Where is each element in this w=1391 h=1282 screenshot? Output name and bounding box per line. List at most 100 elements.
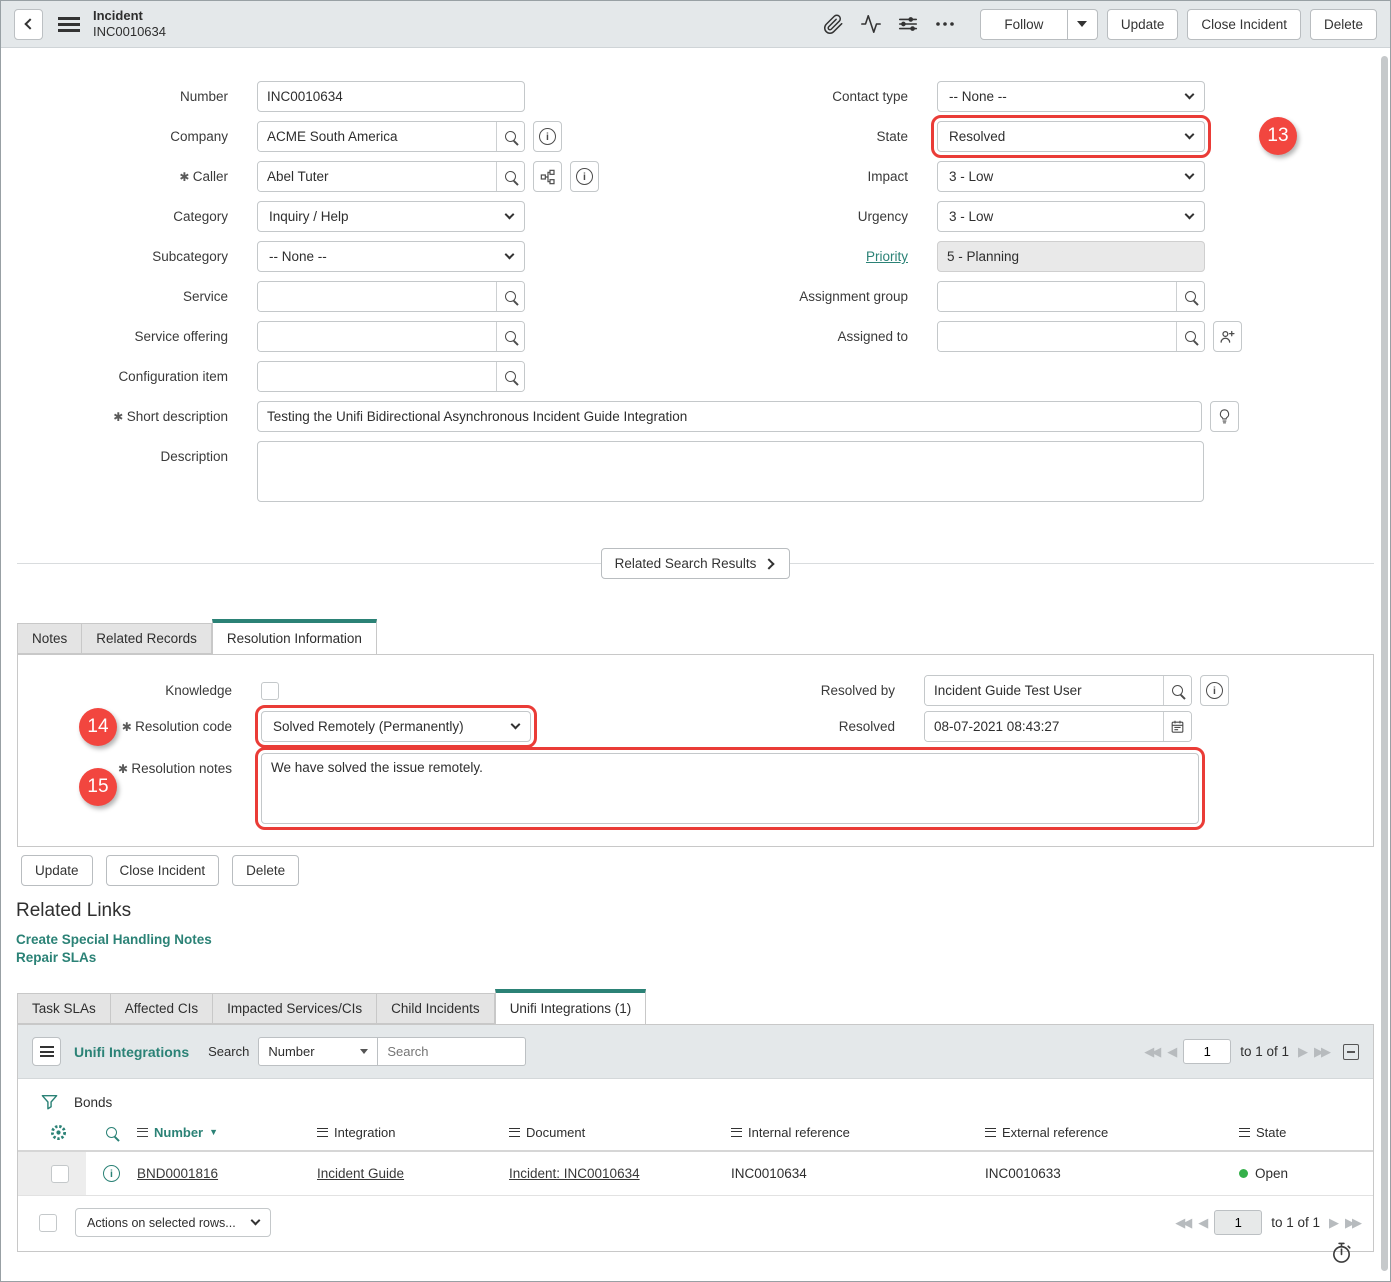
assign-to-me-user-add-icon[interactable] xyxy=(1213,321,1242,352)
configuration-item-search-icon[interactable] xyxy=(496,362,524,391)
urgency-select[interactable]: 3 - Low xyxy=(937,201,1205,232)
column-header-internal-reference[interactable]: Internal reference xyxy=(731,1125,985,1140)
service-offering-search-icon[interactable] xyxy=(496,322,524,351)
column-header-external-reference[interactable]: External reference xyxy=(985,1125,1239,1140)
row-integration-link[interactable]: Incident Guide xyxy=(317,1166,404,1181)
caller-search-icon[interactable] xyxy=(496,162,524,191)
back-button[interactable] xyxy=(14,9,43,40)
next-page-icon[interactable]: ▶ xyxy=(1329,1215,1336,1231)
column-menu-icon[interactable] xyxy=(137,1128,148,1137)
first-page-icon[interactable]: ◀◀ xyxy=(1175,1215,1189,1231)
column-menu-icon[interactable] xyxy=(317,1128,328,1137)
lightbulb-icon[interactable] xyxy=(1210,401,1239,432)
state-select[interactable]: Resolved xyxy=(937,121,1205,152)
caller-input[interactable] xyxy=(258,162,496,191)
list-search-icon[interactable] xyxy=(106,1127,117,1138)
related-search-results-button[interactable]: Related Search Results xyxy=(601,548,791,579)
impact-select[interactable]: 3 - Low xyxy=(937,161,1205,192)
select-all-checkbox[interactable] xyxy=(39,1214,57,1232)
service-offering-input[interactable] xyxy=(258,322,496,351)
vertical-scrollbar[interactable] xyxy=(1381,56,1388,1271)
activity-stream-icon[interactable] xyxy=(858,11,884,37)
collapse-list-icon[interactable] xyxy=(1343,1044,1359,1060)
resolved-by-search-icon[interactable] xyxy=(1163,676,1191,705)
subcategory-select[interactable]: -- None -- xyxy=(257,241,525,272)
company-input[interactable] xyxy=(258,122,496,151)
tab-task-slas[interactable]: Task SLAs xyxy=(17,993,111,1024)
tab-child-incidents[interactable]: Child Incidents xyxy=(377,993,495,1024)
resolved-datetime-input[interactable] xyxy=(925,712,1163,741)
paperclip-icon[interactable] xyxy=(821,11,847,37)
actions-select[interactable]: Actions on selected rows... xyxy=(75,1208,271,1237)
number-input[interactable] xyxy=(257,81,525,112)
first-page-icon[interactable]: ◀◀ xyxy=(1144,1044,1158,1060)
previous-page-icon[interactable]: ◀ xyxy=(1167,1044,1174,1060)
column-menu-icon[interactable] xyxy=(1239,1128,1250,1137)
service-search-icon[interactable] xyxy=(496,282,524,311)
assignment-group-search-icon[interactable] xyxy=(1176,282,1204,311)
delete-button-header[interactable]: Delete xyxy=(1310,9,1377,40)
service-input[interactable] xyxy=(258,282,496,311)
assignment-group-input[interactable] xyxy=(938,282,1176,311)
tab-affected-cis[interactable]: Affected CIs xyxy=(111,993,213,1024)
next-page-icon[interactable]: ▶ xyxy=(1298,1044,1305,1060)
last-page-icon[interactable]: ▶▶ xyxy=(1345,1215,1359,1231)
column-header-state[interactable]: State xyxy=(1239,1125,1373,1140)
filter-breadcrumb[interactable]: Bonds xyxy=(74,1095,112,1110)
close-incident-button-footer[interactable]: Close Incident xyxy=(106,855,220,886)
menu-icon[interactable] xyxy=(58,17,80,32)
assigned-to-input[interactable] xyxy=(938,322,1176,351)
short-description-input[interactable] xyxy=(257,401,1202,432)
create-special-handling-notes-link[interactable]: Create Special Handling Notes xyxy=(16,931,1390,949)
configuration-item-input[interactable] xyxy=(258,362,496,391)
priority-link[interactable]: Priority xyxy=(866,249,908,264)
update-button-footer[interactable]: Update xyxy=(21,855,93,886)
caller-info-icon[interactable]: i xyxy=(570,161,599,192)
follow-button[interactable]: Follow xyxy=(980,9,1068,40)
category-select[interactable]: Inquiry / Help xyxy=(257,201,525,232)
row-info-icon[interactable]: i xyxy=(103,1165,120,1182)
row-checkbox[interactable] xyxy=(51,1165,69,1183)
row-document-link[interactable]: Incident: INC0010634 xyxy=(509,1166,640,1181)
tab-impacted-services-cis[interactable]: Impacted Services/CIs xyxy=(213,993,377,1024)
tab-resolution-information[interactable]: Resolution Information xyxy=(212,619,377,654)
column-menu-icon[interactable] xyxy=(731,1128,742,1137)
resolved-by-input[interactable] xyxy=(925,676,1163,705)
column-header-document[interactable]: Document xyxy=(509,1125,731,1140)
search-field-select[interactable]: Number xyxy=(258,1037,378,1066)
list-menu-icon[interactable] xyxy=(32,1037,61,1066)
contact-type-select[interactable]: -- None -- xyxy=(937,81,1205,112)
update-button-header[interactable]: Update xyxy=(1107,9,1179,40)
description-textarea[interactable] xyxy=(257,441,1204,502)
page-number-input[interactable] xyxy=(1183,1039,1231,1064)
tab-unifi-integrations[interactable]: Unifi Integrations (1) xyxy=(495,989,647,1024)
funnel-icon[interactable] xyxy=(40,1092,59,1112)
close-incident-button-header[interactable]: Close Incident xyxy=(1187,9,1301,40)
column-menu-icon[interactable] xyxy=(509,1128,520,1137)
column-menu-icon[interactable] xyxy=(985,1128,996,1137)
delete-button-footer[interactable]: Delete xyxy=(232,855,299,886)
knowledge-checkbox[interactable] xyxy=(261,682,279,700)
calendar-icon[interactable] xyxy=(1163,712,1191,741)
company-search-icon[interactable] xyxy=(496,122,524,151)
repair-slas-link[interactable]: Repair SLAs xyxy=(16,949,1390,967)
column-header-number[interactable]: Number▼ xyxy=(137,1125,317,1140)
page-number-input[interactable] xyxy=(1214,1210,1262,1235)
assigned-to-search-icon[interactable] xyxy=(1176,322,1204,351)
gear-icon[interactable] xyxy=(48,1122,69,1143)
list-search-input[interactable] xyxy=(378,1037,526,1066)
follow-dropdown-button[interactable] xyxy=(1068,9,1098,40)
more-options-icon[interactable] xyxy=(932,11,958,37)
tab-related-records[interactable]: Related Records xyxy=(82,623,212,654)
tab-notes[interactable]: Notes xyxy=(17,623,82,654)
last-page-icon[interactable]: ▶▶ xyxy=(1314,1044,1328,1060)
resolution-notes-textarea[interactable]: We have solved the issue remotely. xyxy=(261,753,1199,824)
sliders-icon[interactable] xyxy=(895,11,921,37)
company-info-icon[interactable]: i xyxy=(533,121,562,152)
caller-org-chart-icon[interactable] xyxy=(533,161,562,192)
stopwatch-icon[interactable] xyxy=(1330,1240,1353,1270)
resolution-code-select[interactable]: Solved Remotely (Permanently) xyxy=(261,711,531,742)
row-number-link[interactable]: BND0001816 xyxy=(137,1166,218,1181)
previous-page-icon[interactable]: ◀ xyxy=(1198,1215,1205,1231)
column-header-integration[interactable]: Integration xyxy=(317,1125,509,1140)
